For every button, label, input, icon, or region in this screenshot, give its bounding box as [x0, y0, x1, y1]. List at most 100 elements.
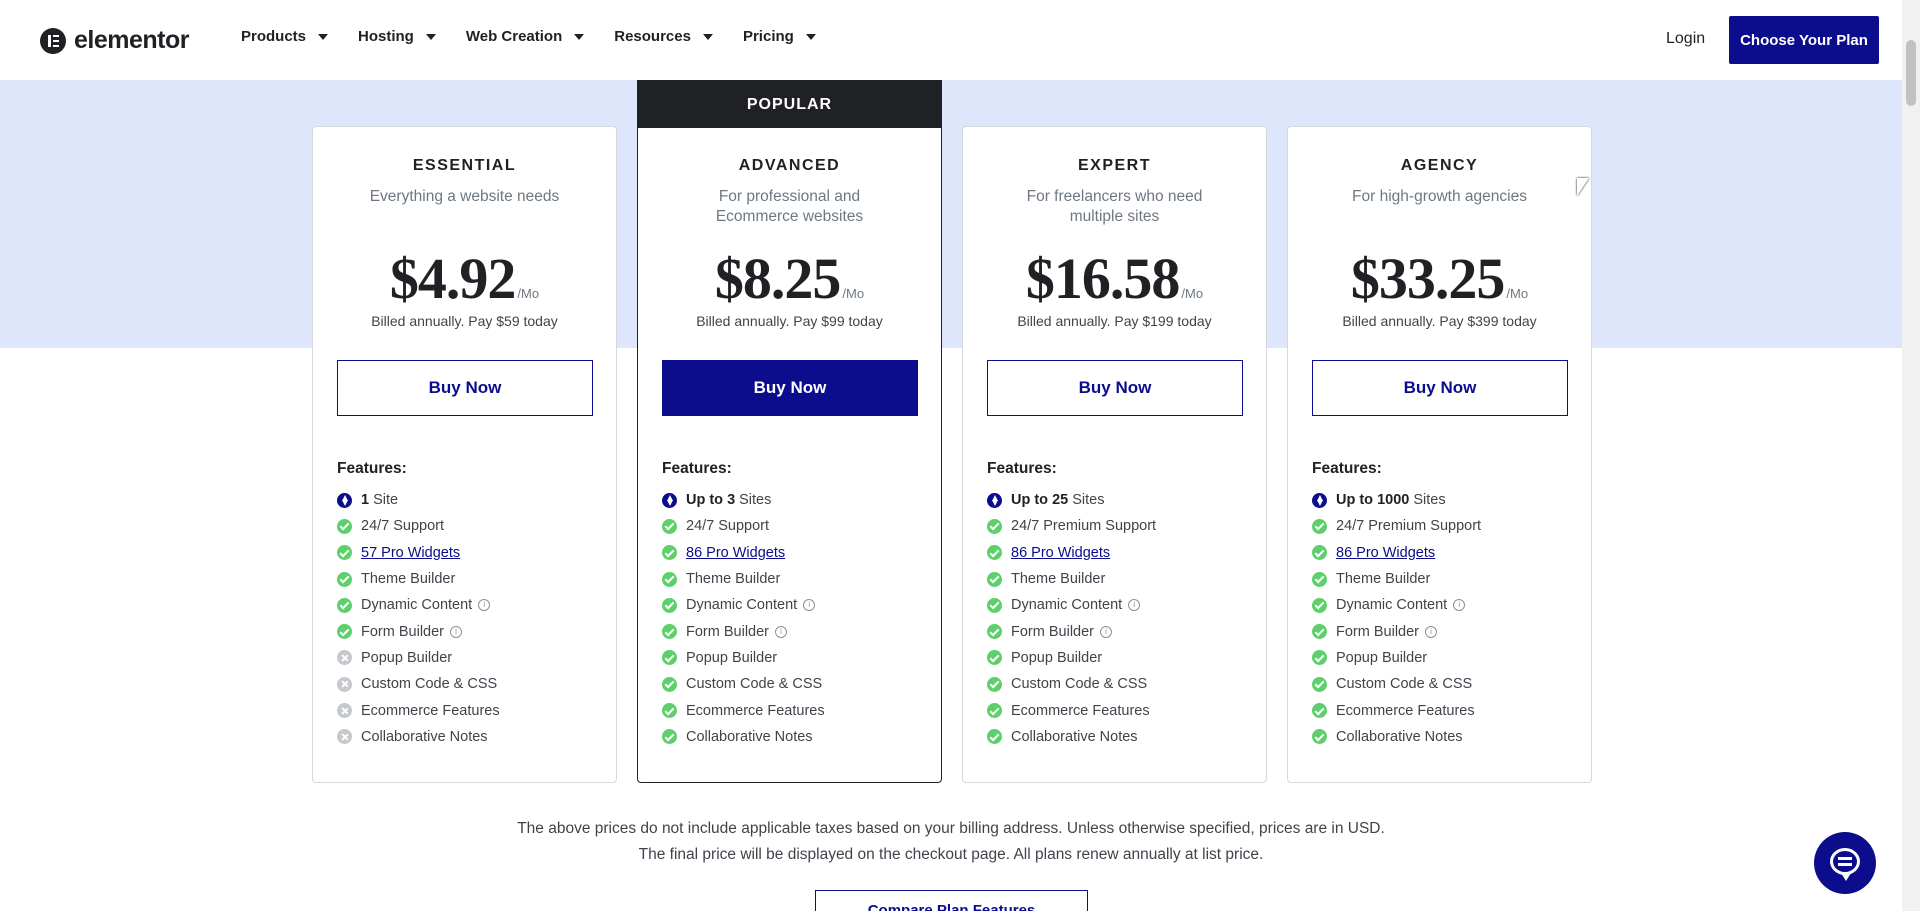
buy-now-button[interactable]: Buy Now [987, 360, 1243, 416]
feature-label: 24/7 Support [361, 518, 445, 535]
nav-label: Hosting [358, 28, 414, 45]
plan-price: $33.25 [1350, 246, 1505, 311]
plan-price: $8.25 [714, 246, 841, 311]
pricing-disclaimer: The above prices do not include applicab… [0, 816, 1902, 868]
info-icon[interactable]: i [775, 625, 787, 638]
feature-item: 24/7 Premium Support [987, 513, 1156, 539]
info-icon[interactable]: i [1425, 625, 1437, 638]
feature-highlight: Up to 3 [686, 492, 736, 509]
price-period: /Mo [842, 286, 865, 301]
feature-item: Dynamic Content i [1312, 592, 1481, 618]
page-scrollbar[interactable] [1902, 0, 1920, 911]
pro-widgets-link[interactable]: 86 Pro Widgets [1336, 545, 1435, 561]
check-icon [662, 597, 677, 613]
feature-item: Dynamic Content i [987, 592, 1156, 618]
feature-list: Up to 3 Sites 24/7 Support 86 Pro Widgets Th… [662, 487, 825, 750]
feature-item: Theme Builder [987, 566, 1156, 592]
check-icon [987, 624, 1002, 640]
plan-description: For high-growth agencies [1352, 188, 1527, 205]
info-icon[interactable]: i [1100, 625, 1112, 638]
bolt-icon [337, 492, 352, 508]
bolt-icon [987, 492, 1002, 508]
feature-item: Form Builder i [662, 618, 825, 644]
check-icon [987, 571, 1002, 587]
feature-item: Custom Code & CSS [987, 671, 1156, 697]
feature-label: Sites [739, 492, 772, 509]
info-icon[interactable]: i [450, 625, 462, 638]
buy-now-button[interactable]: Buy Now [1312, 360, 1568, 416]
info-icon[interactable]: i [1128, 599, 1141, 612]
nav-item-web-creation[interactable]: Web Creation [466, 28, 585, 45]
site-header: elementor Products Hosting Web Creation … [0, 0, 1902, 80]
feature-item: Up to 3 Sites [662, 487, 825, 513]
buy-now-button[interactable]: Buy Now [337, 360, 593, 416]
scrollbar-thumb[interactable] [1906, 40, 1916, 106]
features-title: Features: [662, 460, 732, 477]
pro-widgets-link[interactable]: 86 Pro Widgets [686, 545, 785, 561]
check-icon [987, 703, 1002, 719]
nav-item-hosting[interactable]: Hosting [358, 28, 436, 45]
caret-down-icon [702, 33, 713, 40]
check-icon [1312, 729, 1327, 745]
check-icon [662, 650, 677, 666]
pro-widgets-link[interactable]: 57 Pro Widgets [361, 545, 460, 561]
feature-label: Collaborative Notes [1011, 728, 1138, 745]
disclaimer-line-1: The above prices do not include applicab… [517, 820, 1385, 837]
feature-item: Ecommerce Features [662, 697, 825, 723]
elementor-logo[interactable]: elementor [40, 26, 189, 55]
plan-price: $16.58 [1025, 246, 1180, 311]
nav-item-pricing[interactable]: Pricing [743, 28, 816, 45]
feature-item: Collaborative Notes [987, 724, 1156, 750]
price-period: /Mo [1181, 286, 1204, 301]
billing-note: Billed annually. Pay $59 today [371, 313, 558, 329]
check-icon [1312, 650, 1327, 666]
feature-item: Form Builder i [1312, 618, 1481, 644]
cross-icon [337, 650, 352, 666]
feature-item: 24/7 Support [337, 513, 500, 539]
feature-item: Popup Builder [337, 645, 500, 671]
info-icon[interactable]: i [478, 599, 491, 612]
feature-label: Popup Builder [1011, 649, 1103, 666]
login-link[interactable]: Login [1666, 30, 1705, 48]
feature-item: Popup Builder [987, 645, 1156, 671]
check-icon [1312, 703, 1327, 719]
caret-down-icon [318, 33, 329, 40]
check-icon [987, 518, 1002, 534]
feature-item: 86 Pro Widgets [987, 540, 1156, 566]
buy-now-button[interactable]: Buy Now [662, 360, 918, 416]
check-icon [662, 545, 677, 561]
feature-item: Ecommerce Features [987, 697, 1156, 723]
plan-card-advanced: POPULAR ADVANCED For professional and Ecom… [637, 80, 942, 783]
feature-label: Form Builder [361, 623, 444, 640]
compare-plan-features-button[interactable]: Compare Plan Features [815, 890, 1088, 911]
feature-item: Custom Code & CSS [662, 671, 825, 697]
feature-item: Ecommerce Features [1312, 697, 1481, 723]
check-icon [987, 597, 1002, 613]
check-icon [1312, 571, 1327, 587]
chat-button[interactable] [1814, 832, 1876, 894]
feature-item: Collaborative Notes [337, 724, 500, 750]
pro-widgets-link[interactable]: 86 Pro Widgets [1011, 545, 1110, 561]
plan-price: $4.92 [389, 246, 516, 311]
check-icon [662, 729, 677, 745]
info-icon[interactable]: i [803, 599, 816, 612]
features-title: Features: [987, 460, 1057, 477]
cross-icon [337, 703, 352, 719]
feature-label: Theme Builder [361, 571, 456, 588]
price-period: /Mo [517, 286, 540, 301]
feature-label: Popup Builder [686, 649, 778, 666]
feature-label: Custom Code & CSS [686, 676, 823, 693]
info-icon[interactable]: i [1453, 599, 1466, 612]
elementor-logo-icon [40, 27, 66, 54]
feature-item: 86 Pro Widgets [1312, 540, 1481, 566]
choose-your-plan-button[interactable]: Choose Your Plan [1729, 16, 1879, 64]
plan-description: For professional and Ecommerce websites [715, 188, 864, 225]
feature-label: Collaborative Notes [686, 728, 813, 745]
check-icon [1312, 545, 1327, 561]
feature-item: Collaborative Notes [662, 724, 825, 750]
nav-item-resources[interactable]: Resources [614, 28, 713, 45]
plan-name: EXPERT [1077, 157, 1151, 174]
feature-item: Form Builder i [987, 618, 1156, 644]
feature-label: Custom Code & CSS [1336, 676, 1473, 693]
nav-item-products[interactable]: Products [241, 28, 329, 45]
